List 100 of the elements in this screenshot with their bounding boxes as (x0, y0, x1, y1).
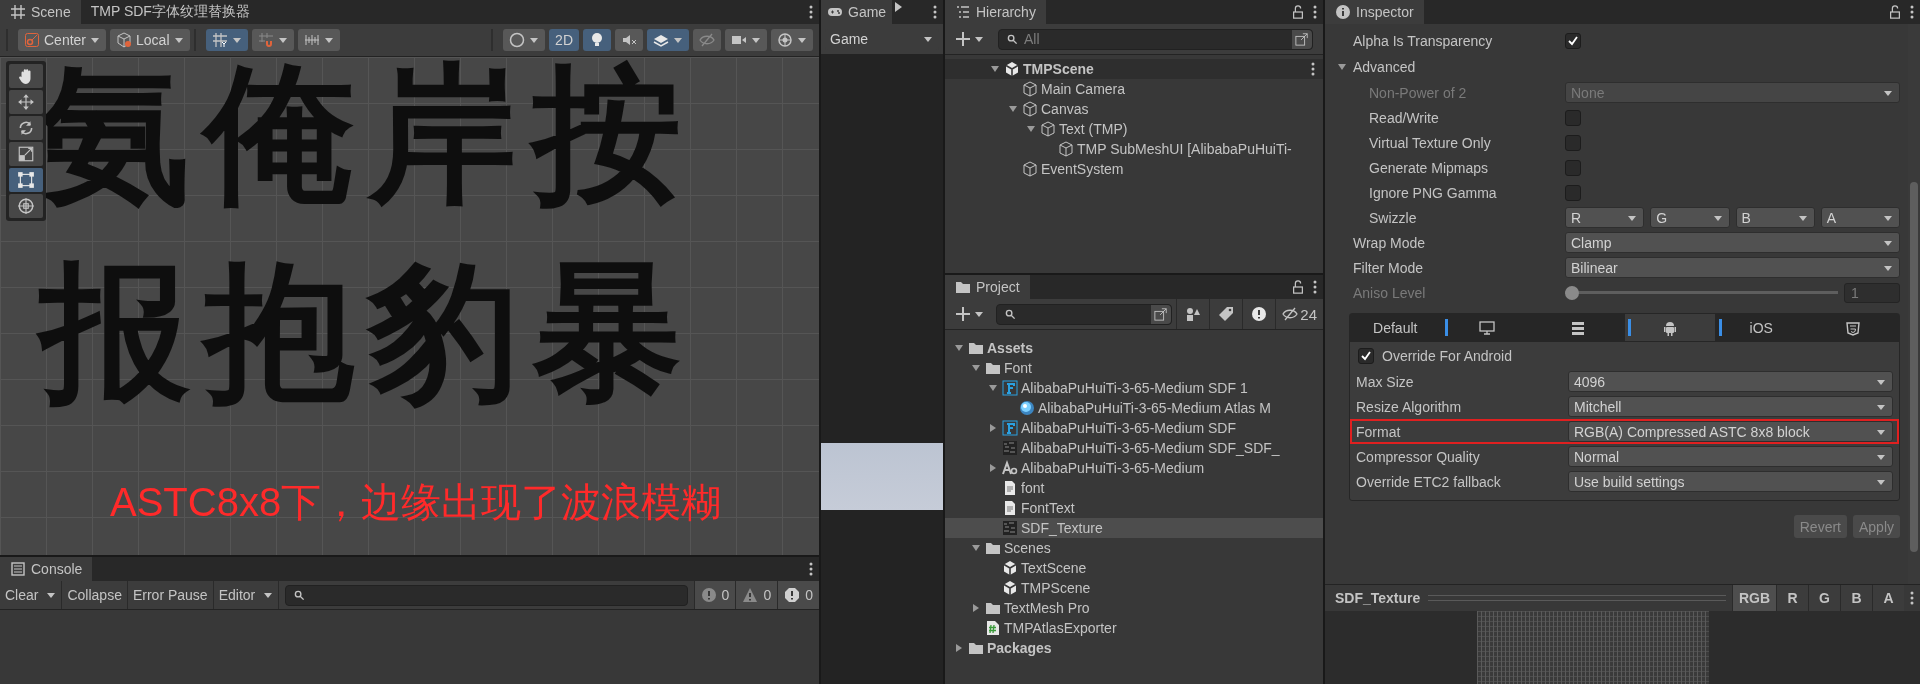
tree-item[interactable]: Canvas (945, 99, 1323, 119)
list-icon (10, 561, 26, 577)
expanded-arrow-icon[interactable] (971, 543, 981, 553)
globe-icon (777, 32, 793, 48)
collapsed-arrow-icon[interactable] (988, 423, 998, 433)
panel-tab[interactable]: Project (945, 275, 1030, 299)
panel-tab[interactable]: Inspector (1325, 0, 1424, 24)
checkbox[interactable] (1565, 134, 1581, 151)
dropdown[interactable]: RGB(A) Compressed ASTC 8x8 block (1568, 421, 1893, 442)
search-field[interactable]: All (998, 28, 1313, 50)
dropdown[interactable]: Mitchell (1568, 396, 1893, 417)
tree-item[interactable]: Text (TMP) (945, 119, 1323, 139)
panel-tab[interactable]: TMP SDF字体纹理替换器 (80, 0, 260, 24)
tool-button[interactable] (9, 90, 43, 114)
checkbox[interactable] (1565, 32, 1581, 49)
toolbar-button[interactable]: Center (18, 29, 107, 51)
platform-tab[interactable]: Default (1350, 314, 1442, 341)
tree-item[interactable]: TMPScene (945, 578, 1323, 598)
tool-button[interactable] (9, 64, 43, 88)
sphere-icon (1019, 400, 1035, 416)
expanded-arrow-icon[interactable] (1026, 124, 1036, 134)
dropdown[interactable]: Clamp (1565, 232, 1900, 253)
toolbar-button[interactable] (297, 29, 340, 51)
dropdown[interactable]: Normal (1568, 446, 1893, 467)
dropdown[interactable]: R (1565, 207, 1645, 228)
tree-item[interactable]: FontText (945, 498, 1323, 518)
dropdown[interactable]: Bilinear (1565, 257, 1900, 278)
tree-item[interactable]: AlibabaPuHuiTi-3-65-Medium SDF_SDF_ (945, 438, 1323, 458)
tree-item[interactable]: TextScene (945, 558, 1323, 578)
expanded-arrow-icon[interactable] (1008, 104, 1018, 114)
panel-tab[interactable]: Hierarchy (945, 0, 1046, 24)
folder-icon (968, 340, 984, 356)
tree-item[interactable]: Font (945, 358, 1323, 378)
panel-tab[interactable]: Game (821, 0, 893, 24)
platform-tab[interactable] (1807, 314, 1899, 341)
toolbar-button[interactable] (647, 29, 689, 51)
tool-button[interactable] (9, 168, 43, 192)
tree-item[interactable]: AlibabaPuHuiTi-3-65-Medium SDF 1 (945, 378, 1323, 398)
expanded-arrow-icon[interactable] (971, 363, 981, 373)
tree-item[interactable]: TMPScene (945, 59, 1323, 79)
toolbar-button[interactable] (205, 29, 248, 51)
expanded-arrow-icon[interactable] (954, 343, 964, 353)
toolbar-button[interactable] (725, 29, 767, 51)
tree-item[interactable]: Packages (945, 638, 1323, 658)
dropdown[interactable]: 4096 (1568, 371, 1893, 392)
tree-item[interactable]: TMP SubMeshUI [AlibabaPuHuiTi- (945, 139, 1323, 159)
tree-item[interactable]: AlibabaPuHuiTi-3-65-Medium Atlas M (945, 398, 1323, 418)
dropdown[interactable]: B (1735, 207, 1815, 228)
tool-button[interactable] (9, 142, 43, 166)
log-counter[interactable]: 0 (735, 581, 778, 609)
cube-icon (1058, 141, 1074, 157)
search-field[interactable] (285, 584, 688, 606)
tree-item[interactable]: Scenes (945, 538, 1323, 558)
dropdown[interactable]: Use build settings (1568, 471, 1893, 492)
checkbox[interactable] (1565, 159, 1581, 176)
expanded-arrow-icon[interactable] (1337, 61, 1347, 72)
tree-item[interactable]: AlibabaPuHuiTi-3-65-Medium SDF (945, 418, 1323, 438)
tree-item[interactable]: font (945, 478, 1323, 498)
collapsed-arrow-icon[interactable] (954, 643, 964, 653)
dropdown[interactable]: A (1820, 207, 1900, 228)
caret-icon (673, 35, 683, 45)
channel-button[interactable]: RGB (1731, 585, 1776, 611)
tool-button[interactable] (9, 116, 43, 140)
toolbar-button[interactable] (583, 29, 611, 51)
collapsed-arrow-icon[interactable] (971, 603, 981, 613)
toolbar-button[interactable]: 2D (549, 29, 579, 51)
tool-button[interactable] (9, 194, 43, 218)
channel-button[interactable]: G (1808, 585, 1840, 611)
log-counter[interactable]: 0 (777, 581, 819, 609)
expanded-arrow-icon[interactable] (990, 64, 1000, 74)
toolbar-button[interactable] (251, 29, 294, 51)
toolbar-button[interactable] (615, 29, 643, 51)
checkbox[interactable] (1565, 109, 1581, 126)
tree-item[interactable]: TMPAtlasExporter (945, 618, 1323, 638)
channel-button[interactable]: A (1872, 585, 1904, 611)
platform-tab[interactable]: iOS (1716, 314, 1808, 341)
platform-tab[interactable] (1533, 314, 1625, 341)
tree-item[interactable]: AlibabaPuHuiTi-3-65-Medium (945, 458, 1323, 478)
panel-tab[interactable]: Scene (0, 0, 81, 24)
panel-tab[interactable]: Console (0, 557, 93, 581)
toolbar-button[interactable]: Local (110, 29, 190, 51)
tree-item[interactable]: Assets (945, 338, 1323, 358)
preview-title: SDF_Texture (1334, 590, 1422, 606)
checkbox[interactable] (1565, 184, 1581, 201)
checkbox[interactable] (1358, 347, 1374, 364)
search-field[interactable] (996, 303, 1173, 325)
tree-item[interactable]: SDF_Texture (945, 518, 1323, 538)
log-counter[interactable]: 0 (693, 581, 736, 609)
toolbar-button[interactable] (771, 29, 813, 51)
collapsed-arrow-icon[interactable] (988, 463, 998, 473)
expanded-arrow-icon[interactable] (988, 383, 998, 393)
dropdown[interactable]: G (1650, 207, 1730, 228)
channel-button[interactable]: B (1840, 585, 1872, 611)
tree-item[interactable]: Main Camera (945, 79, 1323, 99)
toolbar-button[interactable] (503, 29, 546, 51)
platform-tab[interactable] (1624, 314, 1716, 341)
tree-item[interactable]: TextMesh Pro (945, 598, 1323, 618)
tree-item[interactable]: EventSystem (945, 159, 1323, 179)
channel-button[interactable]: R (1776, 585, 1808, 611)
hidden-packages-button[interactable]: 24 (1275, 299, 1323, 329)
